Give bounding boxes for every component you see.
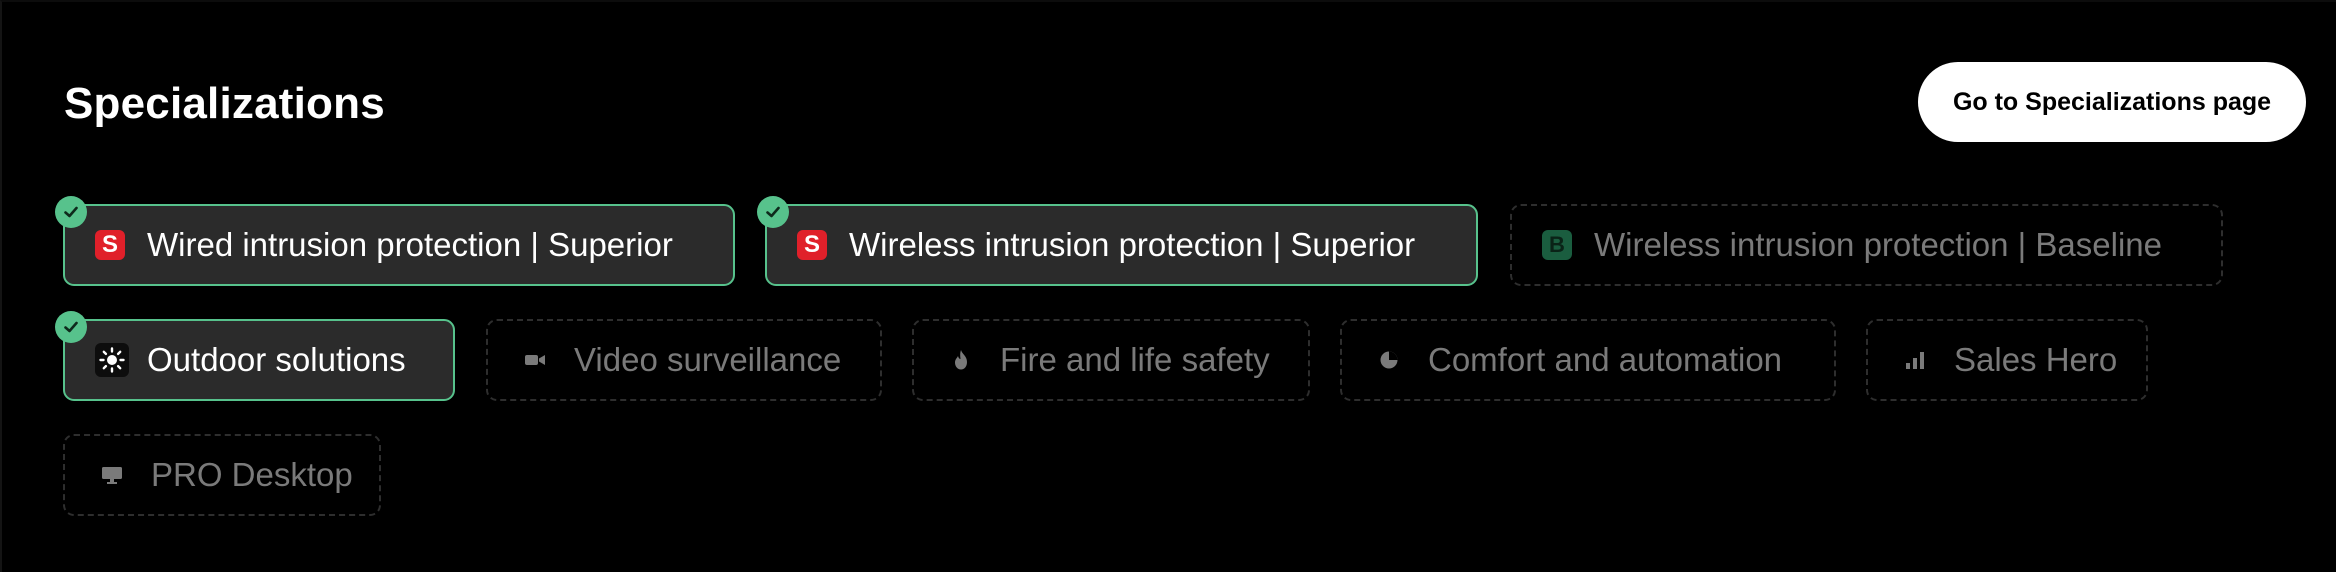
chip-label: Wired intrusion protection | Superior <box>147 226 673 263</box>
chip-pro-desktop[interactable]: PRO Desktop <box>63 434 381 516</box>
chip-outdoor-solutions[interactable]: Outdoor solutions <box>63 319 455 401</box>
chip-wireless-intrusion-superior[interactable]: S Wireless intrusion protection | Superi… <box>765 204 1478 286</box>
chip-label: Outdoor solutions <box>147 341 406 378</box>
specializations-panel: Specializations Go to Specializations pa… <box>0 0 2336 572</box>
chip-sales-hero[interactable]: Sales Hero <box>1866 319 2148 401</box>
go-to-specializations-button[interactable]: Go to Specializations page <box>1918 62 2306 142</box>
chip-label: PRO Desktop <box>151 456 353 493</box>
bar-chart-icon <box>1904 349 1926 371</box>
red-s-badge-icon: S <box>95 230 125 260</box>
check-icon <box>55 196 87 228</box>
chip-comfort-and-automation[interactable]: Comfort and automation <box>1340 319 1836 401</box>
chip-label: Wireless intrusion protection | Baseline <box>1594 226 2162 263</box>
chip-fire-and-life-safety[interactable]: Fire and life safety <box>912 319 1310 401</box>
video-camera-icon <box>524 349 546 371</box>
check-icon <box>757 196 789 228</box>
monitor-icon <box>101 464 123 486</box>
chip-video-surveillance[interactable]: Video surveillance <box>486 319 882 401</box>
sun-icon <box>95 343 129 377</box>
chip-label: Video surveillance <box>574 341 842 378</box>
green-b-badge-icon: B <box>1542 230 1572 260</box>
chip-wired-intrusion-superior[interactable]: S Wired intrusion protection | Superior <box>63 204 735 286</box>
chip-label: Wireless intrusion protection | Superior <box>849 226 1416 263</box>
flame-icon <box>950 349 972 371</box>
chip-wireless-intrusion-baseline[interactable]: B Wireless intrusion protection | Baseli… <box>1510 204 2223 286</box>
chip-label: Fire and life safety <box>1000 341 1270 378</box>
check-icon <box>55 311 87 343</box>
section-title: Specializations <box>64 79 385 128</box>
red-s-badge-icon: S <box>797 230 827 260</box>
chip-label: Comfort and automation <box>1428 341 1783 378</box>
pie-chart-icon <box>1378 349 1400 371</box>
chip-label: Sales Hero <box>1954 341 2118 378</box>
